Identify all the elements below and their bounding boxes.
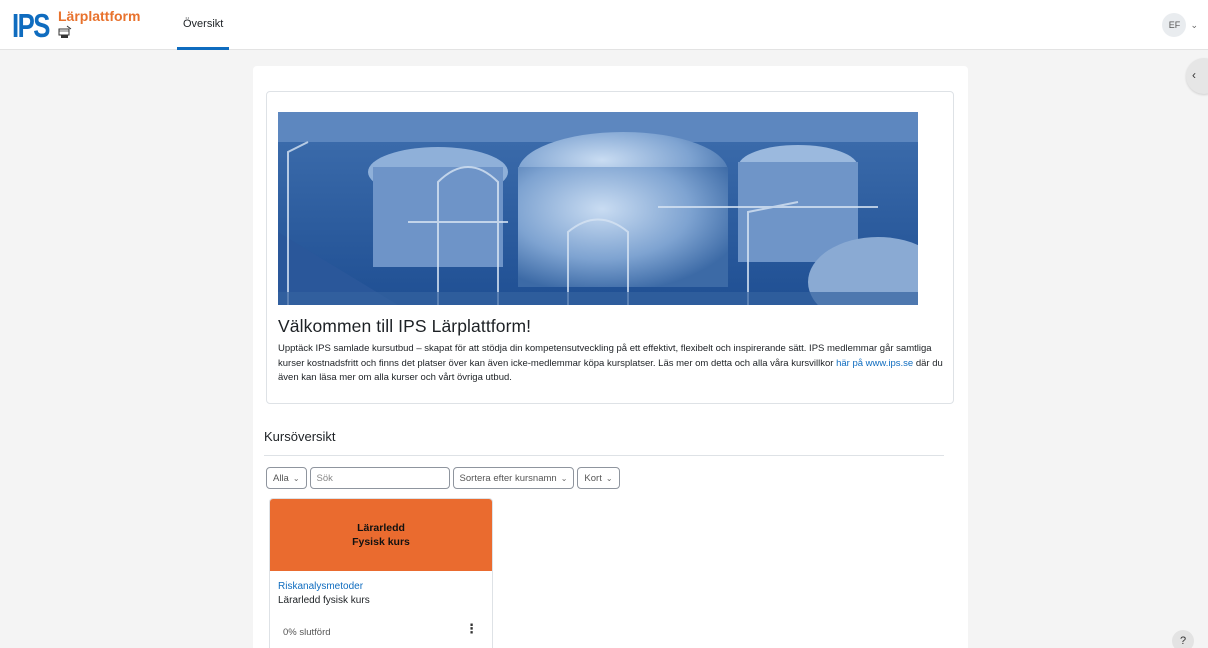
course-overview-title: Kursöversikt xyxy=(264,429,336,444)
site-title: Lärplattform xyxy=(58,8,141,24)
help-icon[interactable]: ? xyxy=(1172,630,1194,648)
welcome-heading: Välkommen till IPS Lärplattform! xyxy=(278,316,532,336)
kebab-menu-icon[interactable]: ⋮ xyxy=(465,622,478,635)
factory-icon xyxy=(58,25,72,38)
chevron-down-icon: ⌄ xyxy=(292,473,300,483)
chevron-down-icon: ⌄ xyxy=(605,473,613,483)
chevron-left-icon: ‹ xyxy=(1192,68,1196,82)
user-menu[interactable]: EF ⌄ xyxy=(1162,13,1198,37)
view-label: Kort xyxy=(584,472,602,484)
chevron-down-icon: ⌄ xyxy=(560,473,568,483)
main-content: Välkommen till IPS Lärplattform! Upptäck… xyxy=(253,66,968,648)
view-dropdown[interactable]: Kort ⌄ xyxy=(577,467,620,489)
industrial-tanks-image xyxy=(278,112,918,305)
grouping-label: Alla xyxy=(273,472,289,484)
course-image-line2: Fysisk kurs xyxy=(352,536,410,548)
tab-oversikt[interactable]: Översikt xyxy=(177,0,230,50)
course-category: Lärarledd fysisk kurs xyxy=(278,595,370,606)
sort-label: Sortera efter kursnamn xyxy=(459,472,557,484)
welcome-text: Upptäck IPS samlade kursutbud – skapat f… xyxy=(278,342,946,386)
welcome-body: Upptäck IPS samlade kursutbud – skapat f… xyxy=(278,343,932,369)
site-logo[interactable]: IPS Lärplattform xyxy=(12,8,140,44)
banner-image xyxy=(278,112,918,305)
top-navbar: IPS Lärplattform Översikt EF ⌄ xyxy=(0,0,1208,50)
course-card-image[interactable]: Lärarledd Fysisk kurs xyxy=(270,499,492,571)
course-name-link[interactable]: Riskanalysmetoder xyxy=(278,581,363,592)
course-filters: Alla ⌄ Sök Sortera efter kursnamn ⌄ Kort… xyxy=(266,467,620,489)
logo-ips-text: IPS xyxy=(12,7,50,44)
course-progress-text: 0% slutförd xyxy=(283,627,331,638)
sort-dropdown[interactable]: Sortera efter kursnamn ⌄ xyxy=(452,467,575,489)
avatar[interactable]: EF xyxy=(1162,13,1187,37)
divider xyxy=(264,455,944,456)
search-input[interactable]: Sök xyxy=(309,467,450,489)
course-image-line1: Lärarledd xyxy=(357,522,405,534)
grouping-dropdown[interactable]: Alla ⌄ xyxy=(266,467,307,489)
ips-link[interactable]: här på www.ips.se xyxy=(836,358,913,369)
chevron-down-icon: ⌄ xyxy=(1190,19,1198,30)
drawer-toggle-button[interactable]: ‹ xyxy=(1186,58,1208,94)
welcome-block: Välkommen till IPS Lärplattform! Upptäck… xyxy=(266,91,954,404)
course-card[interactable]: Lärarledd Fysisk kurs Riskanalysmetoder … xyxy=(269,498,493,648)
